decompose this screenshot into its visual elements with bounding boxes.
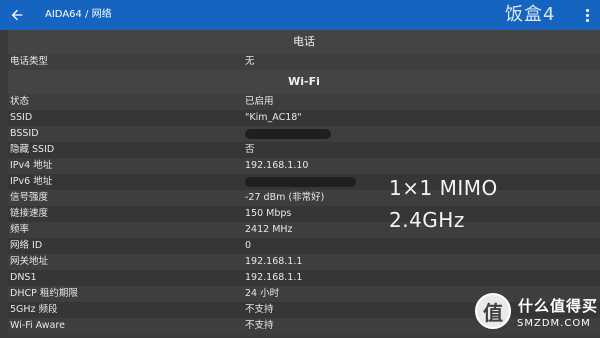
list-item[interactable]: 信号强度 -27 dBm (非常好) [8, 190, 600, 206]
back-button[interactable] [4, 3, 30, 27]
brand-name: 什么值得买 [518, 297, 599, 315]
row-value: 0 [245, 240, 252, 251]
row-value: 不支持 [245, 304, 274, 315]
row-label: DNS1 [10, 272, 37, 283]
list-item[interactable]: BSSID [8, 126, 600, 142]
row-label: DHCP 租约期限 [10, 288, 78, 299]
page-title: AIDA64 / 网络 [45, 9, 112, 20]
row-label: 状态 [10, 96, 30, 107]
row-label: Wi-Fi Aware [10, 320, 65, 331]
list-item[interactable]: IPv4 地址 192.168.1.10 [8, 158, 600, 174]
row-value: 192.168.1.1 [245, 256, 303, 267]
overlay-mimo-text: 1×1 MIMO [389, 176, 498, 200]
list-item[interactable]: 电话类型 无 [8, 54, 600, 70]
brand-url: SMZDM.COM [517, 318, 591, 329]
row-value: 否 [245, 144, 255, 155]
row-value: 已启用 [245, 96, 274, 107]
row-value: 24 小时 [245, 288, 280, 299]
row-label: 电话类型 [10, 56, 49, 67]
row-value: "Kim_AC18" [245, 112, 302, 123]
row-label: 隐藏 SSID [10, 144, 55, 155]
section-header-wifi: Wi-Fi [8, 70, 600, 94]
row-value: 150 Mbps [245, 208, 292, 219]
list-item[interactable]: SSID "Kim_AC18" [8, 110, 600, 126]
list-item[interactable]: Wi-Fi Aware 不支持 [8, 318, 600, 334]
watermark-title: 饭盒4 [505, 4, 556, 25]
list-item[interactable]: 5GHz 频段 不支持 [8, 302, 600, 318]
phone-rows: 电话类型 无 [8, 54, 600, 70]
arrow-back-icon [11, 9, 23, 21]
row-value: -27 dBm (非常好) [245, 192, 325, 203]
row-label: BSSID [10, 128, 39, 139]
brand-logo: 值 [475, 293, 511, 329]
list-item[interactable]: 链接速度 150 Mbps [8, 206, 600, 222]
network-info-list: 电话 电话类型 无 Wi-Fi 状态 已启用 SSID "Kim_AC18" B… [8, 30, 600, 338]
redacted-value [245, 129, 331, 139]
overlay-band-text: 2.4GHz [389, 208, 465, 232]
row-value: 无 [245, 56, 255, 67]
more-vert-icon [585, 8, 589, 12]
row-label: 5GHz 频段 [10, 304, 58, 315]
row-label: 网络 ID [10, 240, 43, 251]
list-item[interactable]: 频率 2412 MHz [8, 222, 600, 238]
row-label: IPv4 地址 [10, 160, 53, 171]
list-item[interactable]: 网络 ID 0 [8, 238, 600, 254]
row-label: IPv6 地址 [10, 176, 53, 187]
more-options-button[interactable] [578, 3, 596, 27]
redacted-value [245, 177, 356, 187]
row-value: 2412 MHz [245, 224, 293, 235]
row-label: SSID [10, 112, 33, 123]
list-item[interactable]: IPv6 地址 [8, 174, 600, 190]
row-label: 链接速度 [10, 208, 49, 219]
list-item[interactable]: DHCP 租约期限 24 小时 [8, 286, 600, 302]
list-item[interactable]: DNS1 192.168.1.1 [8, 270, 600, 286]
app-bar: AIDA64 / 网络 饭盒4 [0, 0, 600, 30]
row-label: 网关地址 [10, 256, 49, 267]
row-value: 不支持 [245, 320, 274, 331]
row-label: 频率 [10, 224, 30, 235]
list-item[interactable]: 状态 已启用 [8, 94, 600, 110]
list-item[interactable]: 隐藏 SSID 否 [8, 142, 600, 158]
list-item[interactable]: 网关地址 192.168.1.1 [8, 254, 600, 270]
row-value: 192.168.1.1 [245, 272, 303, 283]
row-value: 192.168.1.10 [245, 160, 309, 171]
section-header-phone: 电话 [8, 30, 600, 54]
wifi-rows: 状态 已启用 SSID "Kim_AC18" BSSID 隐藏 SSID 否 I… [8, 94, 600, 334]
row-label: 信号强度 [10, 192, 49, 203]
